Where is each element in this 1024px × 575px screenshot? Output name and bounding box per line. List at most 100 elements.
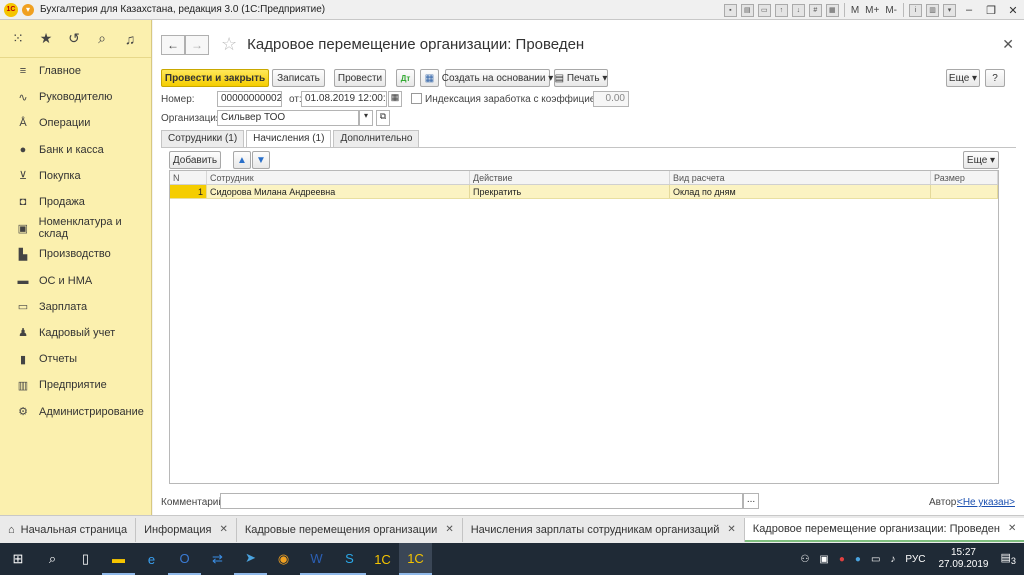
sidebar-item-salary[interactable]: ▭ Зарплата [0,294,151,320]
memory-m-button[interactable]: M [851,5,859,16]
column-header-amount[interactable]: Размер [931,171,998,184]
task-view-icon[interactable]: ▯ [69,543,102,575]
memory-plus-button[interactable]: M+ [865,5,879,16]
tab-accruals[interactable]: Начисления (1) [246,130,332,148]
tab-employees[interactable]: Сотрудники (1) [161,130,245,147]
indexation-checkbox[interactable] [411,93,422,104]
tray-app-icon[interactable]: ● [839,554,845,565]
back-button[interactable]: ← [161,34,185,55]
print-icon[interactable]: ▤ [740,3,754,17]
notification-center-icon[interactable]: ▤3 [1001,551,1017,566]
main-menu-icon[interactable]: ▾ [22,3,34,16]
cell-n[interactable]: 1 [170,185,207,198]
move-up-icon[interactable]: ▲ [233,151,251,169]
save-icon[interactable]: ▪ [723,3,737,17]
close-tab-icon[interactable]: ✕ [1008,523,1016,534]
column-header-calc-type[interactable]: Вид расчета [670,171,931,184]
1c-launcher-icon[interactable]: 1С [366,543,399,575]
author-link[interactable]: <Не указан> [957,497,1015,508]
panels-icon[interactable]: ▥ [926,3,939,17]
search-icon[interactable]: ⌕ [94,30,110,47]
tray-app2-icon[interactable]: ● [855,554,861,565]
column-header-action[interactable]: Действие [470,171,670,184]
coefficient-field[interactable]: 0.00 [593,91,629,107]
download-icon[interactable]: ↓ [791,3,805,17]
print-button[interactable]: ▤ Печать ▾ [554,69,608,87]
save-button[interactable]: Записать [272,69,325,87]
cell-action[interactable]: Прекратить [470,185,670,198]
search-icon[interactable]: ⌕ [36,543,69,575]
favorites-star-icon[interactable]: ★ [38,30,54,47]
sidebar-item-manager[interactable]: ∿ Руководителю [0,84,151,110]
close-tab-icon[interactable]: ✕ [727,524,735,535]
table-more-button[interactable]: Еще ▾ [963,151,999,169]
help-button[interactable]: ? [985,69,1005,87]
column-header-employee[interactable]: Сотрудник [207,171,470,184]
sidebar-item-sales[interactable]: ◘ Продажа [0,189,151,215]
close-form-icon[interactable]: ✕ [1002,36,1014,53]
organization-field[interactable]: Сильвер ТОО [217,110,359,126]
1c-enterprise-icon[interactable]: 1С [399,543,432,575]
table-row[interactable]: 1 Сидорова Милана Андреевна Прекратить О… [170,185,998,199]
sidebar-item-production[interactable]: ▙ Производство [0,241,151,267]
chrome-like-icon[interactable]: ◉ [267,543,300,575]
cell-amount[interactable] [931,185,998,198]
network-icon[interactable]: ▭ [871,554,880,565]
word-icon[interactable]: W [300,543,333,575]
open-tab-current-document[interactable]: Кадровое перемещение организации: Провед… [744,517,1024,542]
favorite-star-icon[interactable]: ☆ [221,34,237,55]
sidebar-item-enterprise[interactable]: ▥ Предприятие [0,372,151,398]
sidebar-item-assets[interactable]: ▬ ОС и НМА [0,268,151,294]
number-field[interactable]: 00000000002 [217,91,282,107]
cell-calc-type[interactable]: Оклад по дням [670,185,931,198]
open-tab-info[interactable]: Информация ✕ [136,517,237,542]
apps-grid-icon[interactable]: ⁙ [10,30,26,47]
calculator-icon[interactable]: # [808,3,822,17]
sidebar-item-reports[interactable]: ▮ Отчеты [0,346,151,372]
outlook-icon[interactable]: O [168,543,201,575]
sidebar-item-stock[interactable]: ▣ Номенклатура и склад [0,215,151,241]
minimize-button[interactable]: – [958,4,980,16]
add-button[interactable]: Добавить [169,151,221,169]
calendar-picker-icon[interactable]: ▦ [388,91,402,107]
close-tab-icon[interactable]: ✕ [445,524,453,535]
more-button[interactable]: Еще ▾ [946,69,980,87]
accruals-table[interactable]: N Сотрудник Действие Вид расчета Размер … [169,170,999,484]
cell-employee[interactable]: Сидорова Милана Андреевна [207,185,470,198]
org-dropdown-icon[interactable]: ▾ [359,110,373,126]
sidebar-item-operations[interactable]: Å Операции [0,110,151,136]
open-tab-payroll[interactable]: Начисления зарплаты сотрудникам организа… [463,517,745,542]
teamviewer-icon[interactable]: ⇄ [201,543,234,575]
clock[interactable]: 15:27 27.09.2019 [938,547,988,571]
structure-icon[interactable]: ▦ [420,69,439,87]
memory-minus-button[interactable]: M- [885,5,897,16]
date-field[interactable]: 01.08.2019 12:00:01 [301,91,387,107]
column-header-n[interactable]: N [170,171,207,184]
org-open-icon[interactable]: ⧉ [376,110,390,126]
sidebar-item-admin[interactable]: ⚙ Администрирование [0,398,151,424]
tab-additional[interactable]: Дополнительно [333,130,420,147]
telegram-icon[interactable]: ➤ [234,543,267,575]
sidebar-item-main[interactable]: ≡ Главное [0,58,151,84]
volume-icon[interactable]: ♪ [890,554,895,565]
edge-browser-icon[interactable]: e [135,543,168,575]
file-explorer-icon[interactable]: ▬ [102,543,135,575]
info-icon[interactable]: i [909,3,922,17]
close-tab-icon[interactable]: ✕ [219,524,227,535]
restore-button[interactable]: ❐ [980,4,1002,17]
people-tray-icon[interactable]: ⚇ [800,554,809,565]
sidebar-item-hr[interactable]: ♟ Кадровый учет [0,320,151,346]
open-tab-home[interactable]: ⌂ Начальная страница [0,517,137,542]
create-based-on-button[interactable]: Создать на основании ▾ [442,69,553,87]
history-icon[interactable]: ↺ [66,30,82,47]
upload-icon[interactable]: ↑ [774,3,788,17]
post-button[interactable]: Провести [334,69,386,87]
sidebar-item-bank[interactable]: ● Банк и касса [0,137,151,163]
comment-expand-button[interactable]: ... [743,493,759,509]
post-and-close-button[interactable]: Провести и закрыть [161,69,269,87]
outlook-tray-icon[interactable]: ▣ [819,554,828,565]
language-indicator[interactable]: РУС [905,554,925,565]
calendar-icon[interactable]: ▦ [825,3,839,17]
comment-field[interactable] [220,493,743,509]
preview-icon[interactable]: ▭ [757,3,771,17]
